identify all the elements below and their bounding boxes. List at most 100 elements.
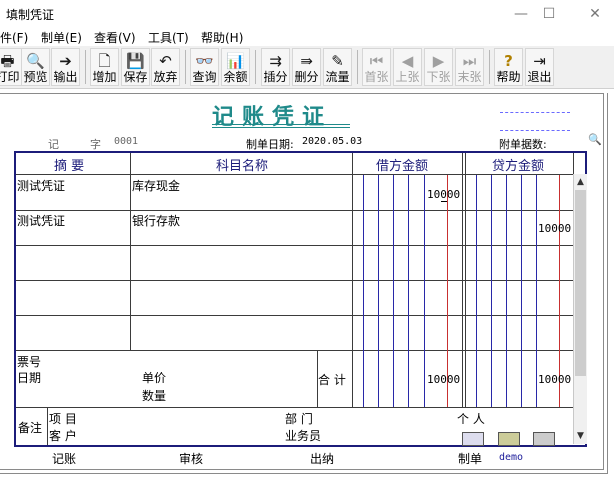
prev-voucher-button[interactable]: ◀ 上张 (393, 48, 422, 86)
delete-line-button[interactable]: ⇛ 删分 (292, 48, 321, 86)
divider (16, 407, 587, 408)
toolbar: 🖶 打印 🔍 预览 ➔ 输出 🗋 增加 💾 保存 ↶ 放弃 👓 查询 📊 余额 ⇉ 插分 ⇛ 删分 … (0, 46, 614, 89)
divider (352, 153, 353, 407)
menu-help[interactable]: 帮助(H) (201, 29, 243, 46)
auditor-label: 审核 (179, 452, 204, 466)
add-button[interactable]: 🗋 增加 (90, 48, 119, 86)
card-icon[interactable] (462, 432, 484, 446)
digit-line (378, 175, 379, 407)
row-summary[interactable]: 测试凭证 (17, 212, 65, 229)
menu-file[interactable]: 件(F) (0, 29, 28, 46)
digit-line (393, 175, 394, 407)
last-voucher-button[interactable]: ⏭ 末张 (455, 48, 484, 86)
person-label: 个 人 (457, 412, 485, 426)
digit-line (408, 175, 409, 407)
remarks-label: 备注 (18, 421, 43, 435)
divider (16, 245, 573, 246)
text-cursor (441, 201, 447, 202)
menu-voucher[interactable]: 制单(E) (41, 29, 82, 46)
divider (0, 93, 603, 94)
query-button[interactable]: 👓 查询 (190, 48, 219, 86)
scrollbar-thumb[interactable] (575, 190, 586, 376)
divider (0, 473, 608, 474)
cashflow-icon: ✎ (331, 52, 344, 70)
divider (130, 153, 131, 350)
toolbar-separator (489, 50, 490, 84)
menu-view[interactable]: 查看(V) (94, 29, 136, 46)
first-voucher-button[interactable]: ⏮ 首张 (362, 48, 391, 86)
divider (0, 469, 604, 470)
toolbar-separator (85, 50, 86, 84)
divider (16, 315, 573, 316)
digit-line (536, 175, 537, 407)
row-credit[interactable]: 10000 (538, 222, 571, 235)
header-credit: 贷方金额 (492, 159, 545, 174)
row-account[interactable]: 库存现金 (132, 177, 180, 194)
first-icon: ⏮ (369, 52, 384, 70)
edit-icon[interactable] (533, 432, 555, 446)
header-debit: 借方金额 (376, 159, 429, 174)
help-icon: ? (504, 52, 513, 70)
row-account[interactable]: 银行存款 (132, 212, 180, 229)
header-summary: 摘 要 (54, 159, 85, 174)
row-debit[interactable]: 10000 (427, 188, 460, 201)
voucher-number[interactable]: 0001 (114, 136, 138, 147)
insert-line-button[interactable]: ⇉ 插分 (261, 48, 290, 86)
discard-button[interactable]: ↶ 放弃 (151, 48, 180, 86)
divider (47, 407, 48, 445)
vertical-scrollbar[interactable]: ▲ ▼ (573, 174, 587, 444)
output-button[interactable]: ➔ 输出 (51, 48, 80, 86)
search-icon[interactable]: 🔍 (588, 133, 602, 146)
divider (500, 112, 570, 113)
minimize-button[interactable]: — (506, 4, 536, 24)
voucher-date[interactable]: 2020.05.03 (302, 136, 362, 147)
unit-price-label: 单价 (142, 371, 167, 385)
cashflow-button[interactable]: ✎ 流量 (323, 48, 352, 86)
balance-button[interactable]: 📊 余额 (221, 48, 250, 86)
divider (16, 174, 573, 175)
digit-line (476, 175, 477, 407)
window-title: 填制凭证 (6, 8, 55, 22)
next-icon: ▶ (432, 52, 445, 70)
divider (212, 127, 350, 128)
close-button[interactable]: ✕ (580, 4, 610, 24)
help-button[interactable]: ? 帮助 (494, 48, 523, 86)
exit-button[interactable]: ⇥ 退出 (525, 48, 554, 86)
date-label: 制单日期: (246, 138, 294, 151)
maker-name: demo (499, 452, 524, 463)
total-label: 合 计 (318, 373, 346, 387)
divider (16, 210, 573, 211)
add-icon: 🗋 (98, 52, 111, 70)
voucher-table: 摘 要 科目名称 借方金额 贷方金额 测试凭证 库存现金 10000 测试凭证 … (14, 151, 587, 447)
folder-icon[interactable] (498, 432, 520, 446)
menu-tools[interactable]: 工具(T) (148, 29, 189, 46)
print-icon: 🖶 (0, 52, 15, 70)
total-debit: 10000 (427, 373, 461, 386)
toolbar-separator (185, 50, 186, 84)
balance-chart-icon: 📊 (226, 52, 245, 70)
header-account: 科目名称 (216, 159, 269, 174)
voucher-type-label[interactable]: 记 (48, 136, 59, 152)
insert-line-icon: ⇉ (269, 52, 282, 70)
bookkeeper-label: 记账 (52, 452, 77, 466)
salesman-label: 业务员 (285, 429, 322, 443)
digit-line (491, 175, 492, 407)
digit-line (424, 175, 425, 407)
preview-icon: 🔍 (26, 52, 45, 70)
scroll-up-icon[interactable]: ▲ (574, 176, 587, 189)
digit-line (506, 175, 507, 407)
preview-button[interactable]: 🔍 预览 (21, 48, 50, 86)
scroll-down-icon[interactable]: ▼ (574, 430, 587, 443)
row-summary[interactable]: 测试凭证 (17, 177, 65, 194)
digit-line (363, 175, 364, 407)
maximize-button[interactable]: ☐ (534, 4, 564, 24)
toolbar-separator (255, 50, 256, 84)
project-label: 项 目 (49, 412, 77, 426)
divider (462, 153, 463, 407)
next-voucher-button[interactable]: ▶ 下张 (424, 48, 453, 86)
prev-icon: ◀ (401, 52, 414, 70)
output-icon: ➔ (59, 52, 72, 70)
save-button[interactable]: 💾 保存 (121, 48, 150, 86)
digit-line (521, 175, 522, 407)
delete-line-icon: ⇛ (300, 52, 313, 70)
